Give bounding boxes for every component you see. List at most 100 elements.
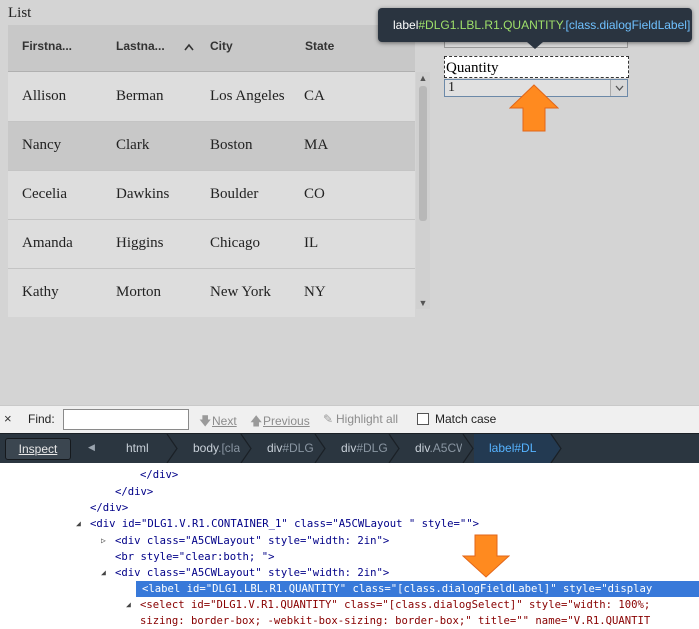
cell-state: MA xyxy=(304,137,329,153)
match-case-label[interactable]: Match case xyxy=(435,412,496,426)
markup-line[interactable]: <div class="A5CWLayout" style="width: 2i… xyxy=(115,565,389,581)
markup-line[interactable]: <br style="clear:both; "> xyxy=(115,549,274,565)
find-label: Find: xyxy=(28,412,55,426)
crumb-tag: label xyxy=(489,441,515,455)
highlighter-icon: ✎ xyxy=(323,412,334,426)
quantity-select-value: 1 xyxy=(448,80,455,95)
markup-line[interactable]: </div> xyxy=(90,500,128,516)
column-header-firstname[interactable]: Firstna... xyxy=(22,39,72,53)
match-case-checkbox[interactable] xyxy=(417,413,429,425)
highlight-all-button[interactable]: ✎ Highlight all xyxy=(323,412,398,426)
cell-firstname: Allison xyxy=(22,88,67,104)
crumb-rest: #DLG xyxy=(356,441,388,455)
find-next-label: Next xyxy=(212,414,237,428)
grid-scrollbar[interactable]: ▲ ▼ xyxy=(416,72,430,309)
grid-header: Firstna... Lastna... City State xyxy=(8,25,415,72)
table-row[interactable]: Allison Berman Los Angeles CA xyxy=(8,73,415,122)
cell-city: New York xyxy=(210,284,271,300)
cell-city: Chicago xyxy=(210,235,260,251)
breadcrumb-div[interactable]: div.A5CW xyxy=(400,434,462,463)
arrow-up-icon: 🡅 xyxy=(250,414,263,428)
annotation-down-arrow-icon xyxy=(462,534,510,578)
markup-view: </div> </div> </div> ◢ <div id="DLG1.V.R… xyxy=(0,463,699,629)
crumb-rest: .A5CW xyxy=(429,441,462,455)
tooltip-notch xyxy=(527,42,543,49)
sort-ascending-icon[interactable] xyxy=(184,42,194,52)
crumb-rest: #DL xyxy=(514,441,537,455)
find-bar: × Find: 🡇Next 🡅Previous ✎ Highlight all M… xyxy=(0,405,699,433)
inspector-tooltip: label#DLG1.LBL.R1.QUANTITY.[class.dialog… xyxy=(378,8,692,42)
inspect-button-label: Inspect xyxy=(18,442,58,456)
arrow-down-icon: 🡇 xyxy=(199,414,212,428)
breadcrumb-div[interactable]: div#DLG xyxy=(252,434,314,463)
crumb-tag: html xyxy=(126,441,149,455)
markup-line[interactable]: <div class="A5CWLayout" style="width: 2i… xyxy=(115,533,389,549)
breadcrumb-separator xyxy=(462,434,474,463)
cell-state: NY xyxy=(304,284,326,300)
table-row[interactable]: Nancy Clark Boston MA xyxy=(8,122,415,171)
breadcrumb-separator xyxy=(388,434,400,463)
find-previous-button[interactable]: 🡅Previous xyxy=(250,412,310,433)
breadcrumb-separator xyxy=(166,434,178,463)
table-row[interactable]: Amanda Higgins Chicago IL xyxy=(8,220,415,269)
scroll-down-icon[interactable]: ▼ xyxy=(418,298,428,308)
cell-city: Boulder xyxy=(210,186,259,202)
column-header-city[interactable]: City xyxy=(210,39,233,53)
markup-line[interactable]: sizing: border-box; -webkit-box-sizing: … xyxy=(140,613,650,629)
inspect-button[interactable]: Inspect xyxy=(5,438,71,460)
expanded-twisty-icon[interactable]: ◢ xyxy=(101,565,106,581)
list-title: List xyxy=(8,5,32,21)
cell-lastname: Morton xyxy=(116,284,161,300)
find-next-button[interactable]: 🡇Next xyxy=(199,412,237,433)
cell-city: Los Angeles xyxy=(210,88,285,104)
markup-line[interactable]: <div id="DLG1.V.R1.CONTAINER_1" class="A… xyxy=(90,516,479,532)
crumb-tag: body xyxy=(193,441,219,455)
markup-line[interactable]: </div> xyxy=(140,467,178,483)
cell-firstname: Cecelia xyxy=(22,186,67,202)
cell-state: CO xyxy=(304,186,325,202)
crumb-tag: div xyxy=(341,441,357,455)
crumb-rest: .[cla xyxy=(218,441,240,455)
markup-line[interactable]: <select id="DLG1.V.R1.QUANTITY" class="[… xyxy=(140,597,650,613)
cell-lastname: Higgins xyxy=(116,235,164,251)
collapsed-twisty-icon[interactable]: ▷ xyxy=(101,533,106,549)
inspected-page: List Firstna... Lastna... City State All… xyxy=(0,0,699,405)
cell-firstname: Kathy xyxy=(22,284,59,300)
quantity-label-highlighted: Quantity xyxy=(444,56,629,78)
cell-state: CA xyxy=(304,88,325,104)
column-header-state[interactable]: State xyxy=(305,39,334,53)
list-grid: Firstna... Lastna... City State Allison … xyxy=(8,25,415,317)
breadcrumb-body[interactable]: body.[cla xyxy=(178,434,240,463)
breadcrumb-separator xyxy=(240,434,252,463)
cell-lastname: Berman xyxy=(116,88,164,104)
breadcrumb-scroll-left-icon[interactable]: ◀ xyxy=(88,442,95,453)
tooltip-class: .[class.dialogFieldLabel] xyxy=(562,18,691,32)
expanded-twisty-icon[interactable]: ◢ xyxy=(126,597,131,613)
devtools-toolbar: Inspect ◀ html body.[cla div#DLG div#DLG… xyxy=(0,433,699,463)
column-header-lastname[interactable]: Lastna... xyxy=(116,39,165,53)
cell-lastname: Clark xyxy=(116,137,150,153)
find-input[interactable] xyxy=(63,409,189,430)
markup-line-selected[interactable]: <label id="DLG1.LBL.R1.QUANTITY" class="… xyxy=(136,581,699,597)
chevron-down-icon[interactable] xyxy=(610,80,627,96)
cell-firstname: Nancy xyxy=(22,137,62,153)
markup-line[interactable]: </div> xyxy=(115,484,153,500)
highlight-all-label: Highlight all xyxy=(336,412,399,426)
crumb-tag: div xyxy=(267,441,283,455)
cell-lastname: Dawkins xyxy=(116,186,170,202)
expanded-twisty-icon[interactable]: ◢ xyxy=(76,516,81,532)
scroll-up-icon[interactable]: ▲ xyxy=(418,73,428,83)
close-icon[interactable]: × xyxy=(4,411,12,426)
cell-city: Boston xyxy=(210,137,253,153)
breadcrumb-div[interactable]: div#DLG xyxy=(326,434,388,463)
find-previous-label: Previous xyxy=(263,414,310,428)
annotation-up-arrow-icon xyxy=(509,84,559,132)
breadcrumb-separator xyxy=(550,434,562,463)
breadcrumb-separator xyxy=(314,434,326,463)
breadcrumb-label-selected[interactable]: label#DL xyxy=(474,434,550,463)
table-row[interactable]: Cecelia Dawkins Boulder CO xyxy=(8,171,415,220)
crumb-rest: #DLG xyxy=(282,441,314,455)
scroll-thumb[interactable] xyxy=(419,86,427,221)
breadcrumb-html[interactable]: html xyxy=(102,434,166,463)
table-row[interactable]: Kathy Morton New York NY xyxy=(8,269,415,317)
